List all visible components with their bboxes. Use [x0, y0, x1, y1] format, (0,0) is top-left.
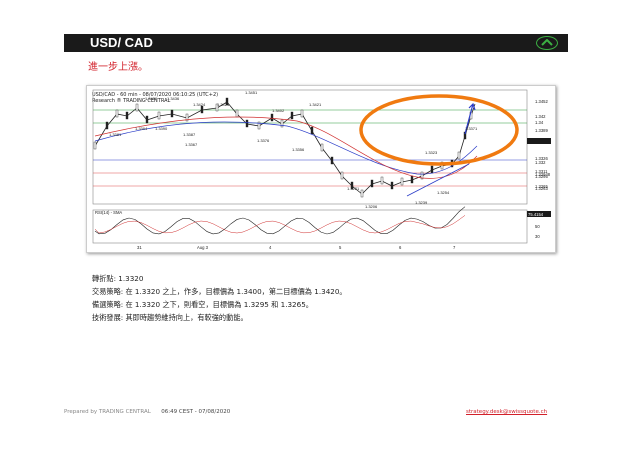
email-link[interactable]: strategy.desk@swissquote.ch: [466, 409, 547, 415]
candle: [270, 113, 274, 122]
price-chart: USD/CAD - 60 min - 08/07/2020 06:10:25 (…: [92, 89, 551, 250]
candle: [125, 111, 129, 120]
highlight-ellipse: [359, 94, 519, 166]
peak-label: 1.3436: [167, 96, 180, 101]
price-line: [94, 101, 476, 195]
subtitle: 進一步上漲。: [88, 62, 148, 73]
trough-label: 1.3367: [185, 142, 198, 147]
candle: [380, 176, 384, 185]
candle: [300, 109, 304, 118]
candle: [145, 115, 149, 124]
trough-label: 1.3381: [109, 132, 122, 137]
candle: [400, 177, 404, 186]
pivot-text: 轉折點: 1.3320: [92, 274, 144, 283]
peak-label: 1.3424: [193, 102, 206, 107]
candle: [360, 189, 364, 198]
candle: [390, 181, 394, 190]
peak-label: 1.3421: [217, 102, 230, 107]
price-badge: [527, 138, 551, 144]
price-axis-label: 1.3452: [535, 99, 548, 104]
date-label: 7: [453, 245, 456, 250]
trough-label: 1.3394: [135, 126, 148, 131]
candle: [340, 171, 344, 180]
moving-average-blue: [94, 121, 478, 175]
timestamp: 06:49 CEST - 07/08/2020: [161, 409, 231, 415]
price-axis-label: 1.3295: [535, 174, 548, 179]
candle: [115, 109, 119, 118]
trough-label: 1.3206: [365, 204, 378, 209]
candle: [330, 156, 334, 165]
chart-image: USD/CAD - 60 min - 08/07/2020 06:10:25 (…: [86, 85, 556, 253]
trough-label: 1.3390: [155, 126, 168, 131]
rsi-badge-text: 75.4154: [528, 212, 544, 217]
candle: [170, 109, 174, 118]
peak-label: 1.3430: [145, 96, 158, 101]
chevron-up-icon: [541, 39, 553, 46]
trough-label: 1.3221: [347, 186, 360, 191]
candle: [430, 165, 434, 174]
peak-label: 1.3402: [272, 108, 285, 113]
page-title: USD/ CAD: [90, 35, 153, 50]
trough-label: 1.3376: [257, 138, 270, 143]
candle: [93, 141, 97, 150]
prepared-by: Prepared by TRADING CENTRAL: [64, 409, 151, 415]
date-label: 31: [137, 245, 142, 250]
candle: [245, 119, 249, 128]
alternative-text: 備選策略: 在 1.3320 之下，則看空，目標價為 1.3295 和 1.32…: [92, 300, 313, 309]
candle: [370, 179, 374, 188]
date-label: 5: [339, 245, 342, 250]
rsi-panel: [92, 209, 528, 244]
chart-source: Research ® TRADING CENTRAL: [92, 97, 171, 104]
price-axis-label: 1.3389: [535, 128, 548, 133]
candle: [457, 151, 461, 160]
peak-label: 1.3451: [245, 90, 258, 95]
peak-label: 1.3323: [425, 150, 438, 155]
collapse-button[interactable]: [536, 36, 558, 50]
rsi-axis-label: 50: [535, 224, 540, 229]
trough-label: 1.3387: [183, 132, 196, 137]
candle: [105, 121, 109, 130]
peak-label: 1.3421: [309, 102, 322, 107]
strategy-text: 交易策略: 在 1.3320 之上，作多，目標價為 1.3400，第二目標價為 …: [92, 287, 347, 296]
candle: [200, 105, 204, 114]
candle: [235, 109, 239, 118]
price-axis-label: 1.34: [535, 120, 544, 125]
candle: [310, 126, 314, 135]
candle: [280, 119, 284, 128]
rsi-label: RSI(14) - SMA: [95, 210, 122, 215]
date-label: Aug 3: [197, 245, 209, 250]
footer-prepared: Prepared by TRADING CENTRAL 06:49 CEST -…: [64, 409, 230, 415]
trough-label: 1.3356: [292, 147, 305, 152]
rsi-line: [94, 206, 466, 235]
comment-text: 技術發展: 其即時趨勢維持向上，有較強的動能。: [92, 313, 248, 322]
candle: [410, 175, 414, 184]
peak-label: 1.3371: [465, 126, 478, 131]
candle: [135, 103, 139, 112]
strategy-info: 轉折點: 1.3320 交易策略: 在 1.3320 之上，作多，目標價為 1.…: [92, 272, 347, 324]
candle: [320, 143, 324, 152]
trough-label: 1.3254: [437, 190, 450, 195]
price-axis-label: 1.342: [535, 114, 546, 119]
rsi-axis-label: 30: [535, 234, 540, 239]
trough-label: 1.3239: [415, 200, 428, 205]
price-axis-label: 1.3263: [535, 186, 548, 191]
price-axis-label: 1.332: [535, 160, 546, 165]
date-label: 4: [269, 245, 272, 250]
header-bar: USD/ CAD: [64, 34, 568, 52]
candle: [157, 111, 161, 120]
date-label: 6: [399, 245, 402, 250]
candle: [290, 111, 294, 120]
